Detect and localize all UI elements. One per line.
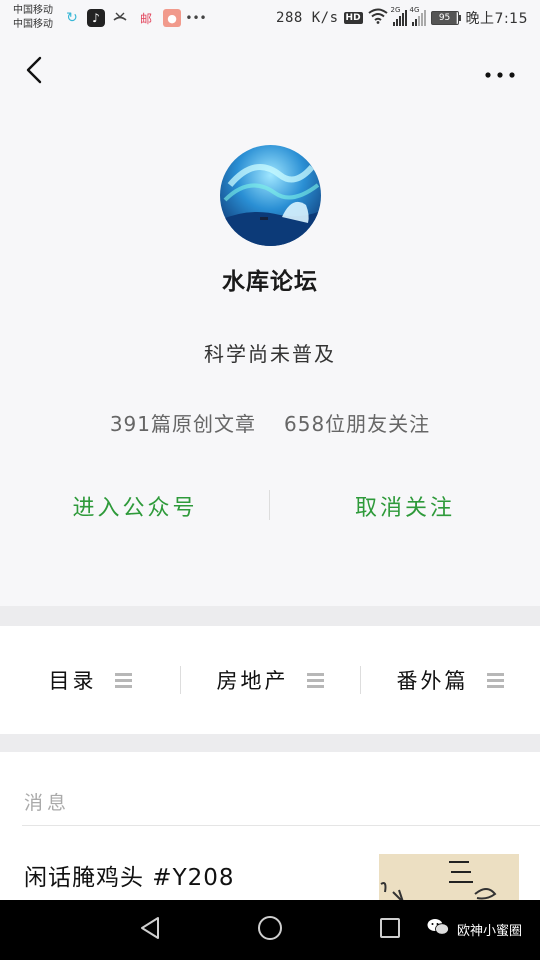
system-home-button[interactable] [250,910,290,950]
menu-item-real-estate[interactable]: 房地产 [180,626,360,734]
missed-call-icon [111,9,129,27]
notification-icons: ↻ ♪ 邮 ● ••• [63,8,207,28]
menu-list-icon [306,672,324,689]
enter-account-button[interactable]: 进入公众号 [0,480,270,532]
menu-item-label: 番外篇 [396,669,469,693]
section-gap [0,606,540,626]
signal-4g-icon: 4G [410,6,426,26]
triangle-back-icon [139,916,161,944]
sync-icon: ↻ [66,10,78,26]
status-bar: 中国移动 中国移动 ↻ ♪ 邮 ● ••• 288 K/s HD 2G 4G 9… [0,0,540,36]
account-menu: 目录 房地产 番外篇 [0,626,540,734]
account-name: 水库论坛 [222,269,318,295]
menu-item-label: 目录 [48,669,97,693]
net-speed: 288 K/s [276,10,339,26]
menu-list-icon [114,672,132,689]
messages-label: 消息 [24,792,71,814]
circle-home-icon [257,915,283,945]
follower-count: 658位朋友关注 [284,412,431,436]
unfollow-button[interactable]: 取消关注 [270,480,540,532]
signal-2g-label: 2G [390,6,401,14]
system-recents-button[interactable] [370,910,410,950]
more-dots-icon: ••• [185,11,207,25]
menu-list-icon [486,672,504,689]
battery-icon: 95 [430,11,461,25]
wifi-icon [367,8,388,28]
status-right: 288 K/s HD 2G 4G 95 晚上7:15 [276,6,528,28]
more-horizontal-icon [485,63,515,82]
carrier-1: 中国移动 [13,5,53,16]
app-icon: ● [163,9,181,27]
menu-item-catalog[interactable]: 目录 [0,626,180,734]
clock: 晚上7:15 [465,11,528,27]
menu-item-label: 房地产 [216,669,289,693]
signal-4g-label: 4G [409,6,420,14]
section-gap [0,734,540,752]
tiktok-icon: ♪ [87,9,105,27]
watermark: 欧神小蜜圈 [427,918,522,940]
account-avatar[interactable] [220,145,321,246]
wechat-icon [427,918,449,940]
system-back-button[interactable] [130,910,170,950]
square-recents-icon [379,917,401,943]
carrier-2: 中国移动 [13,19,53,30]
battery-level: 95 [430,11,459,25]
watermark-text: 欧神小蜜圈 [456,923,522,939]
account-stats: 391篇原创文章 658位朋友关注 [0,408,540,437]
system-navigation-bar: 欧神小蜜圈 [0,900,540,960]
account-description: 科学尚未普及 [204,342,336,366]
hd-badge: HD [343,12,363,24]
menu-item-extras[interactable]: 番外篇 [360,626,540,734]
top-nav [0,36,540,108]
chevron-left-icon [25,56,43,88]
action-row: 进入公众号 取消关注 [0,480,540,532]
more-button[interactable] [480,56,520,88]
article-title: 闲话腌鸡头 #Y208 [24,865,235,891]
back-button[interactable] [14,50,54,94]
profile-page: 中国移动 中国移动 ↻ ♪ 邮 ● ••• 288 K/s HD 2G 4G 9… [0,0,540,960]
signal-2g-icon: 2G [391,6,407,26]
article-count: 391篇原创文章 [109,412,256,436]
mail-icon: 邮 [139,11,152,26]
carrier-info: 中国移动 中国移动 [13,4,53,32]
